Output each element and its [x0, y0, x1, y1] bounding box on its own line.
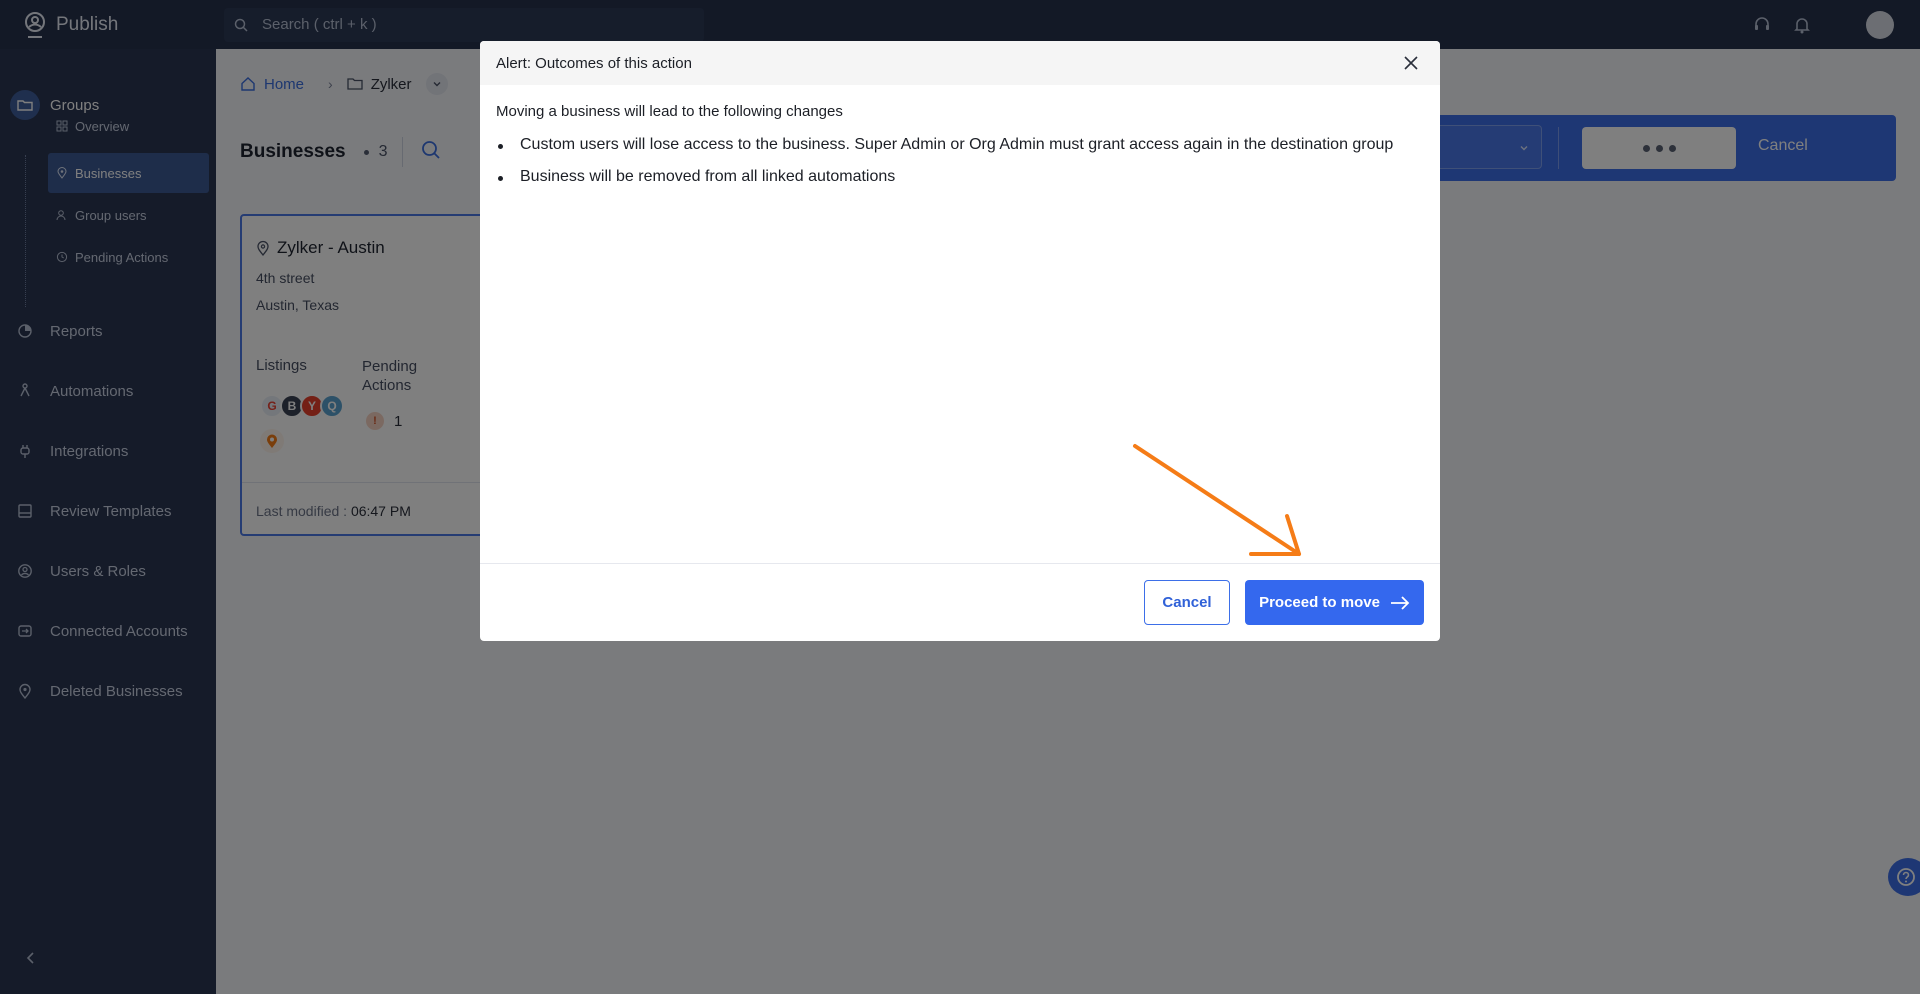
- cancel-button[interactable]: Cancel: [1144, 580, 1230, 625]
- proceed-to-move-button[interactable]: Proceed to move: [1245, 580, 1424, 625]
- dialog-title: Alert: Outcomes of this action: [496, 54, 692, 72]
- arrow-right-icon: [1390, 595, 1410, 610]
- dialog-header: Alert: Outcomes of this action: [480, 41, 1440, 85]
- close-dialog-button[interactable]: [1402, 54, 1420, 72]
- list-item: Custom users will lose access to the bus…: [496, 136, 1393, 168]
- footer-divider: [480, 563, 1440, 564]
- close-icon: [1404, 56, 1418, 70]
- changes-list: Custom users will lose access to the bus…: [496, 136, 1393, 200]
- dialog-intro: Moving a business will lead to the follo…: [496, 103, 843, 120]
- proceed-button-label: Proceed to move: [1259, 594, 1380, 611]
- annotation-arrow-icon: [1133, 444, 1301, 556]
- list-item: Business will be removed from all linked…: [496, 168, 1393, 200]
